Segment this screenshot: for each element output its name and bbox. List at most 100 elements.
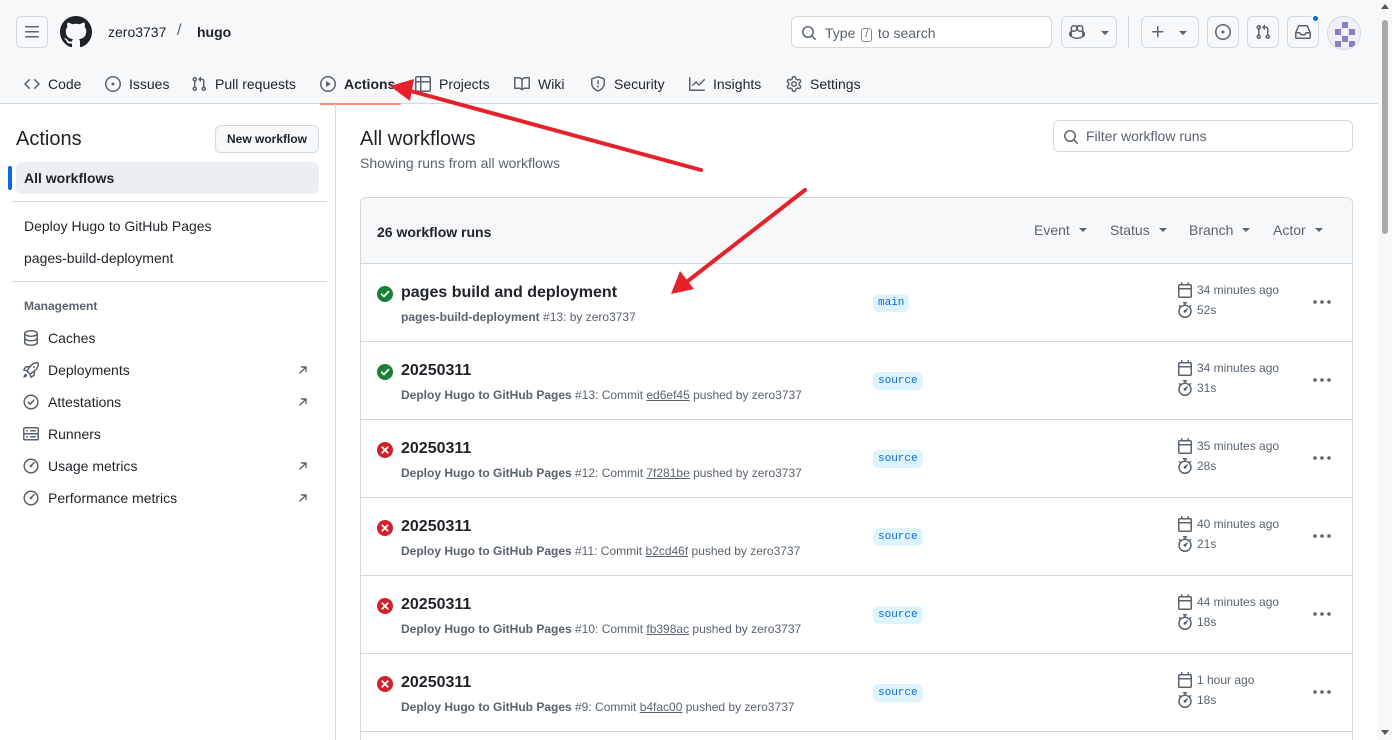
run-time-text: 1 hour ago [1197, 673, 1255, 687]
sidebar-item-usage-metrics[interactable]: Usage metrics [16, 450, 319, 482]
global-search-input[interactable]: Type / to search [791, 16, 1052, 48]
run-pushed-by: pushed by zero3737 [688, 544, 801, 558]
calendar-icon [1178, 594, 1192, 610]
scroll-thumb[interactable] [1382, 20, 1388, 234]
filter-label: Branch [1189, 222, 1234, 238]
branch-label[interactable]: source [873, 684, 923, 702]
scroll-up-arrow-icon[interactable] [1381, 4, 1389, 9]
kebab-horizontal-icon[interactable] [1311, 294, 1333, 310]
branch-label[interactable]: source [873, 528, 923, 546]
sidebar-item-caches[interactable]: Caches [16, 322, 319, 354]
run-duration-text: 21s [1197, 537, 1217, 551]
filter-label: Actor [1273, 222, 1306, 238]
page-subtitle: Showing runs from all workflows [360, 155, 560, 171]
workflow-run-row[interactable]: 20250311 Deploy Hugo to GitHub Pages #10… [361, 576, 1352, 654]
sidebar-item-label: Deployments [48, 362, 130, 378]
run-duration: 21s [1177, 536, 1216, 552]
x-circle-fill-icon [377, 442, 393, 458]
run-title[interactable]: 20250311 [401, 440, 471, 458]
filter-event-dropdown[interactable]: Event [1034, 222, 1088, 238]
plus-icon [1152, 26, 1164, 38]
breadcrumb-owner[interactable]: zero3737 [108, 24, 166, 40]
tab-security[interactable]: Security [590, 64, 665, 104]
create-new-button[interactable] [1141, 16, 1199, 48]
branch-label[interactable]: source [873, 372, 923, 390]
commit-link[interactable]: b2cd46f [645, 544, 688, 558]
triangle-down-icon [1158, 228, 1167, 232]
run-duration-text: 18s [1197, 615, 1217, 629]
filter-input[interactable] [1086, 125, 1341, 147]
run-duration-text: 31s [1197, 381, 1217, 395]
verified-icon [23, 394, 39, 410]
pull-requests-button[interactable] [1247, 16, 1279, 48]
tab-insights[interactable]: Insights [689, 64, 761, 104]
run-workflow-name: Deploy Hugo to GitHub Pages [401, 544, 572, 558]
kebab-horizontal-icon[interactable] [1311, 606, 1333, 622]
sidebar-item-performance-metrics[interactable]: Performance metrics [16, 482, 319, 514]
arrow-up-right-icon [299, 462, 307, 470]
status-icon [377, 520, 393, 536]
copilot-button[interactable] [1061, 16, 1117, 48]
workflow-run-row[interactable]: 20250311 Deploy Hugo to GitHub Pages #13… [361, 342, 1352, 420]
commit-link[interactable]: ed6ef45 [646, 388, 689, 402]
kebab-horizontal-icon[interactable] [1311, 684, 1333, 700]
scroll-down-arrow-icon[interactable] [1381, 730, 1389, 735]
sidebar-item-attestations[interactable]: Attestations [16, 386, 319, 418]
sidebar-item-deployments[interactable]: Deployments [16, 354, 319, 386]
workflow-run-row[interactable]: 20250311 Deploy Hugo to GitHub Pages #9:… [361, 654, 1352, 732]
tab-projects[interactable]: Projects [415, 64, 490, 104]
workflow-run-row[interactable]: pages build and deployment pages-build-d… [361, 264, 1352, 342]
github-logo-icon[interactable] [60, 16, 92, 48]
sidebar-item-all-workflows[interactable]: All workflows [16, 162, 319, 194]
tab-wiki[interactable]: Wiki [514, 64, 564, 104]
sidebar-item-pages-build-deployment[interactable]: pages-build-deployment [16, 242, 319, 274]
play-icon [320, 76, 336, 92]
kebab-horizontal-icon[interactable] [1311, 372, 1333, 388]
avatar[interactable] [1327, 16, 1361, 50]
filter-actor-dropdown[interactable]: Actor [1273, 222, 1324, 238]
commit-link[interactable]: fb398ac [646, 622, 689, 636]
run-meta-tail: #12: Commit [571, 466, 647, 480]
kebab-horizontal-icon[interactable] [1311, 528, 1333, 544]
run-title[interactable]: pages build and deployment [401, 284, 617, 302]
filter-status-dropdown[interactable]: Status [1110, 222, 1168, 238]
search-icon [802, 26, 817, 41]
run-title[interactable]: 20250311 [401, 674, 471, 692]
run-workflow-name: Deploy Hugo to GitHub Pages [401, 466, 572, 480]
tab-settings[interactable]: Settings [786, 64, 861, 104]
filter-branch-dropdown[interactable]: Branch [1189, 222, 1251, 238]
sidebar-item-label: Performance metrics [48, 490, 178, 506]
run-meta: Deploy Hugo to GitHub Pages #10: Commit … [401, 622, 801, 636]
kebab-horizontal-icon[interactable] [1311, 450, 1333, 466]
git-pull-request-icon [1256, 24, 1271, 40]
breadcrumb-repo[interactable]: hugo [197, 24, 231, 40]
tab-actions[interactable]: Actions [320, 64, 402, 105]
run-title[interactable]: 20250311 [401, 596, 471, 614]
branch-label[interactable]: main [873, 294, 910, 312]
tab-issues[interactable]: Issues [105, 64, 169, 104]
run-meta: Deploy Hugo to GitHub Pages #12: Commit … [401, 466, 802, 480]
run-title[interactable]: 20250311 [401, 362, 471, 380]
branch-label[interactable]: source [873, 606, 923, 624]
sidebar-item-deploy-hugo[interactable]: Deploy Hugo to GitHub Pages [16, 210, 319, 242]
page-scrollbar[interactable] [1378, 0, 1392, 740]
commit-link[interactable]: 7f281be [646, 466, 689, 480]
tab-code[interactable]: Code [24, 64, 81, 104]
menu-button[interactable] [16, 16, 48, 48]
run-title[interactable]: 20250311 [401, 518, 471, 536]
sidebar-item-label: Runners [48, 426, 101, 442]
shield-icon [591, 76, 605, 92]
sidebar-item-runners[interactable]: Runners [16, 418, 319, 450]
workflow-run-row[interactable]: 20250311 Deploy Hugo to GitHub Pages #11… [361, 498, 1352, 576]
new-workflow-button[interactable]: New workflow [215, 125, 319, 153]
tab-pull-requests[interactable]: Pull requests [191, 64, 296, 104]
issues-button[interactable] [1207, 16, 1239, 48]
run-time-text: 34 minutes ago [1197, 283, 1280, 297]
workflow-run-row[interactable]: 20250311 Deploy Hugo to GitHub Pages #12… [361, 420, 1352, 498]
run-meta: Deploy Hugo to GitHub Pages #9: Commit b… [401, 700, 794, 714]
commit-link[interactable]: b4fac00 [640, 700, 683, 714]
branch-label[interactable]: source [873, 450, 923, 468]
stopwatch-icon [1178, 614, 1192, 630]
run-meta-tail: #11: Commit [571, 544, 646, 558]
run-time-text: 40 minutes ago [1197, 517, 1280, 531]
